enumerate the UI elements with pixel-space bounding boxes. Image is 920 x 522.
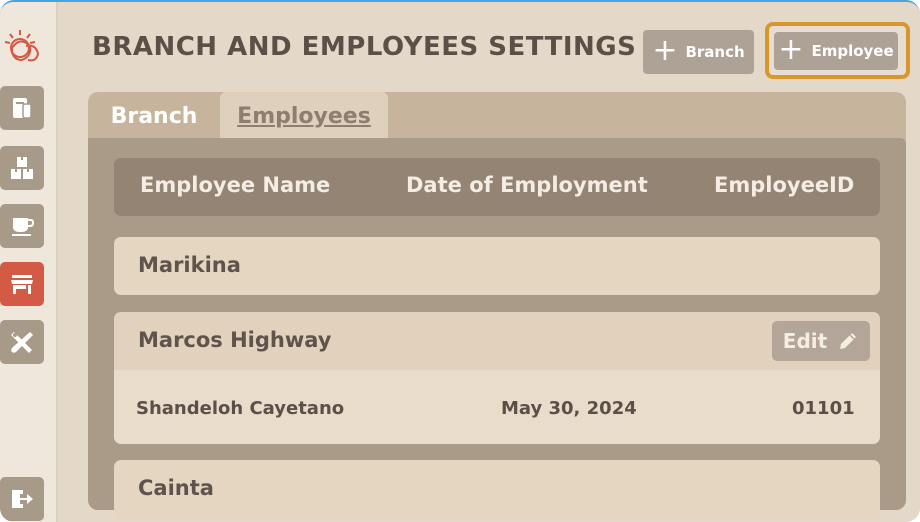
tools-icon <box>11 332 33 353</box>
column-header-employee-id: EmployeeID <box>714 173 855 197</box>
coffee-cup-icon <box>12 218 35 236</box>
sidebar-item-documents[interactable] <box>0 86 44 130</box>
tab-employees[interactable]: Employees <box>220 92 388 140</box>
page-title: BRANCH AND EMPLOYEES SETTINGS <box>92 32 637 62</box>
branch-card-header[interactable]: Marcos Highway Edit <box>114 312 880 370</box>
add-branch-label: Branch <box>685 43 745 61</box>
settings-panel: Branch Employees Employee Name Date of E… <box>88 92 906 520</box>
pencil-icon <box>840 333 857 349</box>
add-employee-button[interactable]: + Employee <box>774 32 898 70</box>
branch-card-marcos-highway: Marcos Highway Edit Shandeloh Cayetano M… <box>114 312 880 444</box>
branch-name: Cainta <box>138 476 214 500</box>
employee-id: 01101 <box>792 398 855 419</box>
add-employee-label: Employee <box>811 42 894 60</box>
logout-icon <box>12 490 33 508</box>
employees-tab-body: Employee Name Date of Employment Employe… <box>88 138 906 520</box>
tab-branch[interactable]: Branch <box>88 92 220 140</box>
logout-button[interactable] <box>0 477 44 521</box>
branch-name: Marcos Highway <box>138 328 332 352</box>
brand-logo <box>4 30 40 62</box>
edit-label: Edit <box>782 329 828 353</box>
branch-card-marikina[interactable]: Marikina <box>114 237 880 295</box>
sidebar-item-menu[interactable] <box>0 204 44 248</box>
main-content: BRANCH AND EMPLOYEES SETTINGS + Branch +… <box>60 2 920 522</box>
employment-date: May 30, 2024 <box>501 398 637 419</box>
sidebar-item-settings[interactable] <box>0 320 44 364</box>
app-window: BRANCH AND EMPLOYEES SETTINGS + Branch +… <box>0 0 920 522</box>
column-header-date: Date of Employment <box>406 173 648 197</box>
store-icon <box>11 275 33 294</box>
plus-icon: + <box>652 32 678 68</box>
edit-branch-button[interactable]: Edit <box>772 321 870 361</box>
document-icon <box>13 98 32 119</box>
sidebar-item-inventory[interactable] <box>0 146 44 190</box>
table-header: Employee Name Date of Employment Employe… <box>114 158 880 216</box>
plus-icon: + <box>778 31 804 67</box>
boxes-icon <box>11 157 33 179</box>
branch-name: Marikina <box>138 253 241 277</box>
sidebar-item-branches[interactable] <box>0 262 44 306</box>
employee-name: Shandeloh Cayetano <box>136 398 345 419</box>
branch-card-cainta[interactable]: Cainta <box>114 460 880 520</box>
add-branch-button[interactable]: + Branch <box>643 30 754 74</box>
column-header-employee-name: Employee Name <box>140 173 331 197</box>
sidebar <box>0 2 58 522</box>
